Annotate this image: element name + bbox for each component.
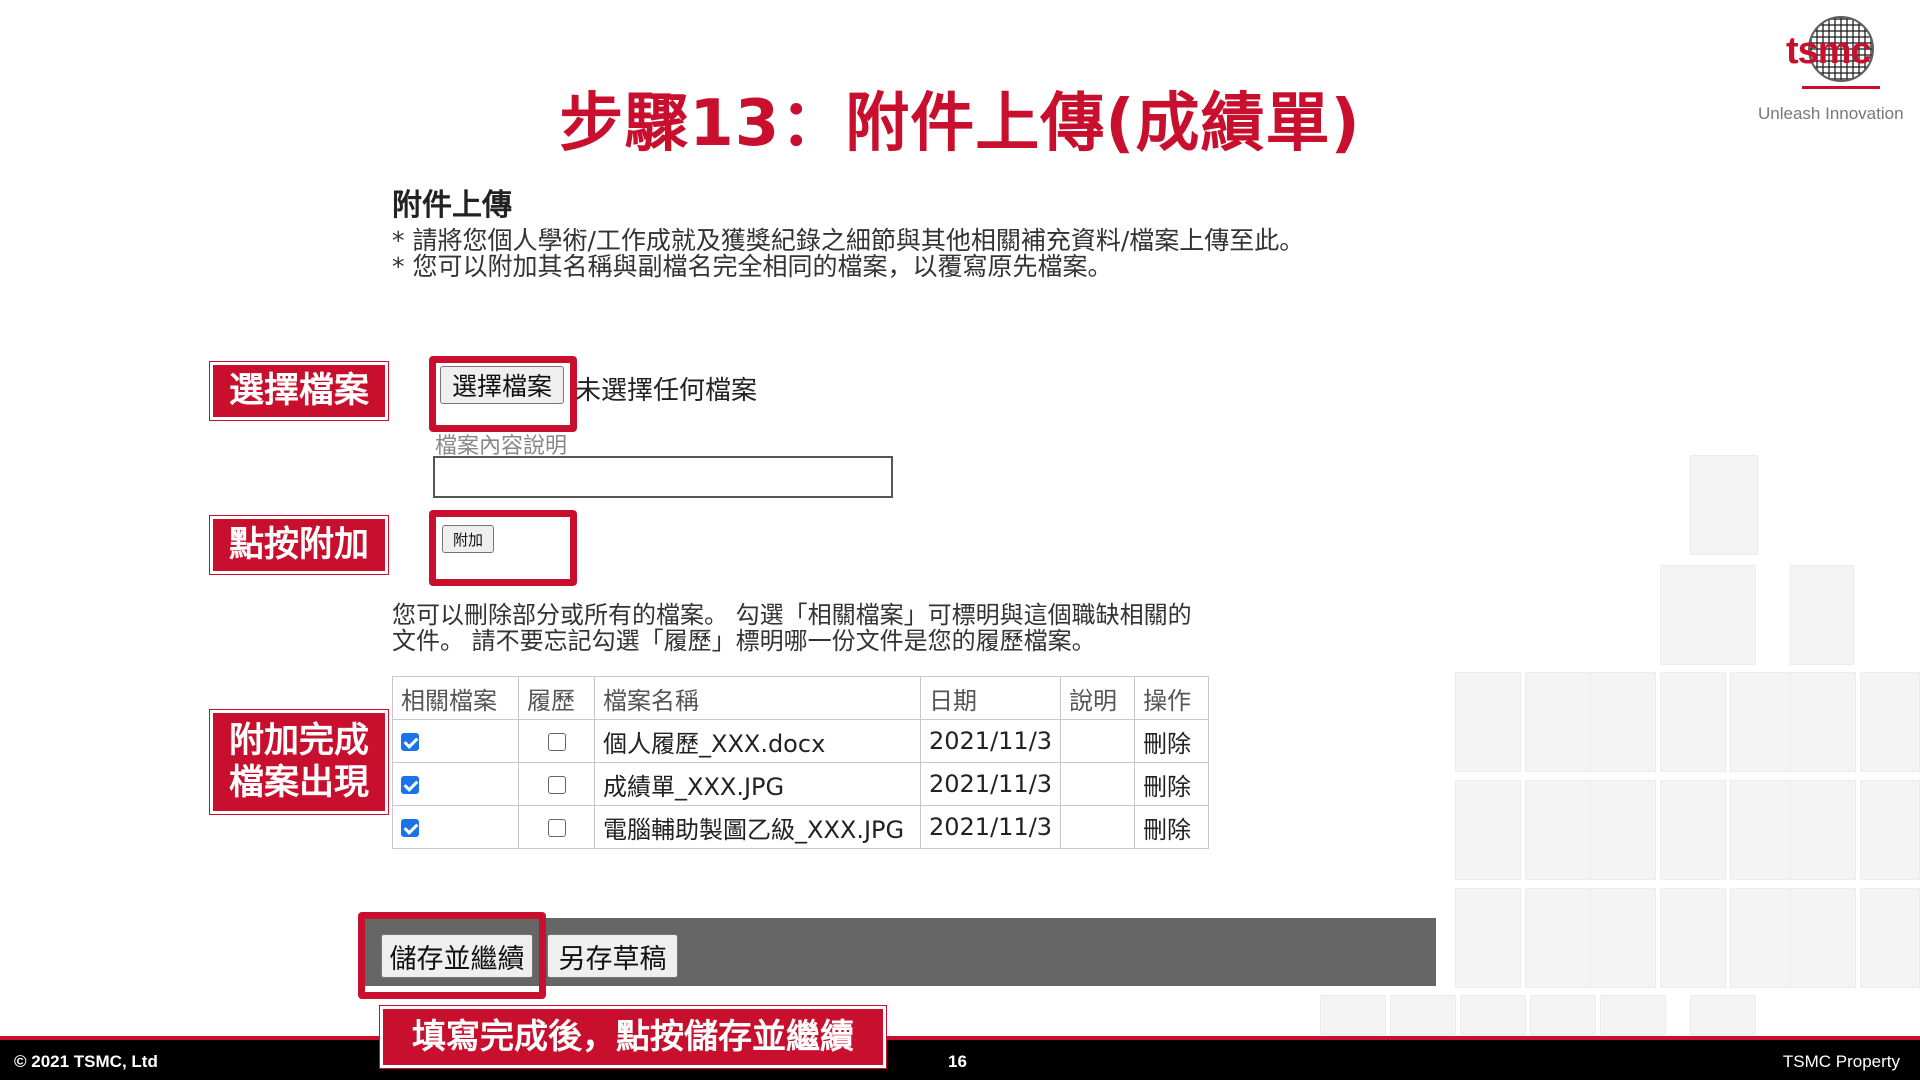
- col-description: 說明: [1060, 676, 1136, 720]
- footer-page-number: 16: [948, 1052, 967, 1071]
- file-date: 2021/11/3: [919, 762, 1062, 806]
- table-row: 個人履歷_XXX.docx 2021/11/3 刪除: [392, 719, 1210, 763]
- callout-attach-done: 附加完成 檔案出現: [210, 710, 388, 814]
- logo-text: tsmc: [1786, 30, 1872, 72]
- file-description: [1060, 805, 1136, 849]
- save-draft-button[interactable]: 另存草稿: [547, 934, 678, 978]
- col-relevant: 相關檔案: [392, 676, 519, 720]
- callout-choose-file: 選擇檔案: [210, 362, 388, 420]
- table-header-row: 相關檔案 履歷 檔案名稱 日期 說明 操作: [392, 676, 1210, 720]
- footer-property: TSMC Property: [1782, 1052, 1900, 1071]
- slide-title: 步驟13：附件上傳(成績單): [559, 87, 1361, 161]
- note-line-1: * 請將您個人學術/工作成就及獲獎紀錄之細節與其他相關補充資料/檔案上傳至此。: [392, 226, 1305, 255]
- resume-checkbox[interactable]: [547, 776, 566, 794]
- resume-checkbox[interactable]: [547, 733, 566, 751]
- attachments-table: 相關檔案 履歷 檔案名稱 日期 說明 操作 個人履歷_XXX.docx 2021…: [392, 676, 1210, 849]
- file-status: 未選擇任何檔案: [575, 376, 758, 406]
- delete-link[interactable]: 刪除: [1134, 762, 1210, 806]
- file-date: 2021/11/3: [919, 805, 1062, 849]
- highlight-choose-file: [429, 356, 577, 432]
- upload-notes: * 請將您個人學術/工作成就及獲獎紀錄之細節與其他相關補充資料/檔案上傳至此。 …: [392, 228, 1304, 280]
- relevant-checkbox[interactable]: [401, 733, 419, 751]
- col-date: 日期: [919, 676, 1062, 720]
- file-link[interactable]: 電腦輔助製圖乙級_XXX.JPG: [594, 805, 921, 849]
- col-filename: 檔案名稱: [594, 676, 921, 720]
- description-input[interactable]: [433, 456, 893, 498]
- resume-checkbox[interactable]: [547, 819, 566, 837]
- relevant-checkbox[interactable]: [401, 819, 419, 837]
- section-heading: 附件上傳: [392, 188, 512, 223]
- logo-underline: [1802, 86, 1880, 89]
- callout-attach-done-line-2: 檔案出現: [228, 763, 369, 803]
- callout-attach-done-line-1: 附加完成: [228, 721, 369, 761]
- file-description: [1060, 719, 1136, 763]
- footer-copyright: © 2021 TSMC, Ltd: [14, 1052, 158, 1071]
- delete-link[interactable]: 刪除: [1134, 719, 1210, 763]
- highlight-attach: [429, 510, 577, 586]
- tsmc-logo: tsmc: [1778, 16, 1888, 96]
- callout-save: 填寫完成後，點按儲存並繼續: [380, 1006, 886, 1068]
- table-row: 成績單_XXX.JPG 2021/11/3 刪除: [392, 762, 1210, 806]
- tagline: Unleash Innovation: [1758, 104, 1904, 123]
- delete-link[interactable]: 刪除: [1134, 805, 1210, 849]
- file-link[interactable]: 成績單_XXX.JPG: [594, 762, 921, 806]
- note-line-2: * 您可以附加其名稱與副檔名完全相同的檔案，以覆寫原先檔案。: [392, 252, 1113, 281]
- file-date: 2021/11/3: [919, 719, 1062, 763]
- highlight-save-continue: [358, 912, 546, 999]
- relevant-checkbox[interactable]: [401, 776, 419, 794]
- table-row: 電腦輔助製圖乙級_XXX.JPG 2021/11/3 刪除: [392, 805, 1210, 849]
- callout-attach: 點按附加: [210, 516, 388, 574]
- col-action: 操作: [1134, 676, 1210, 720]
- delete-note: 您可以刪除部分或所有的檔案。 勾選「相關檔案」可標明與這個職缺相關的文件。 請不…: [392, 601, 1192, 655]
- file-link[interactable]: 個人履歷_XXX.docx: [594, 719, 921, 763]
- file-description: [1060, 762, 1136, 806]
- col-resume: 履歷: [518, 676, 595, 720]
